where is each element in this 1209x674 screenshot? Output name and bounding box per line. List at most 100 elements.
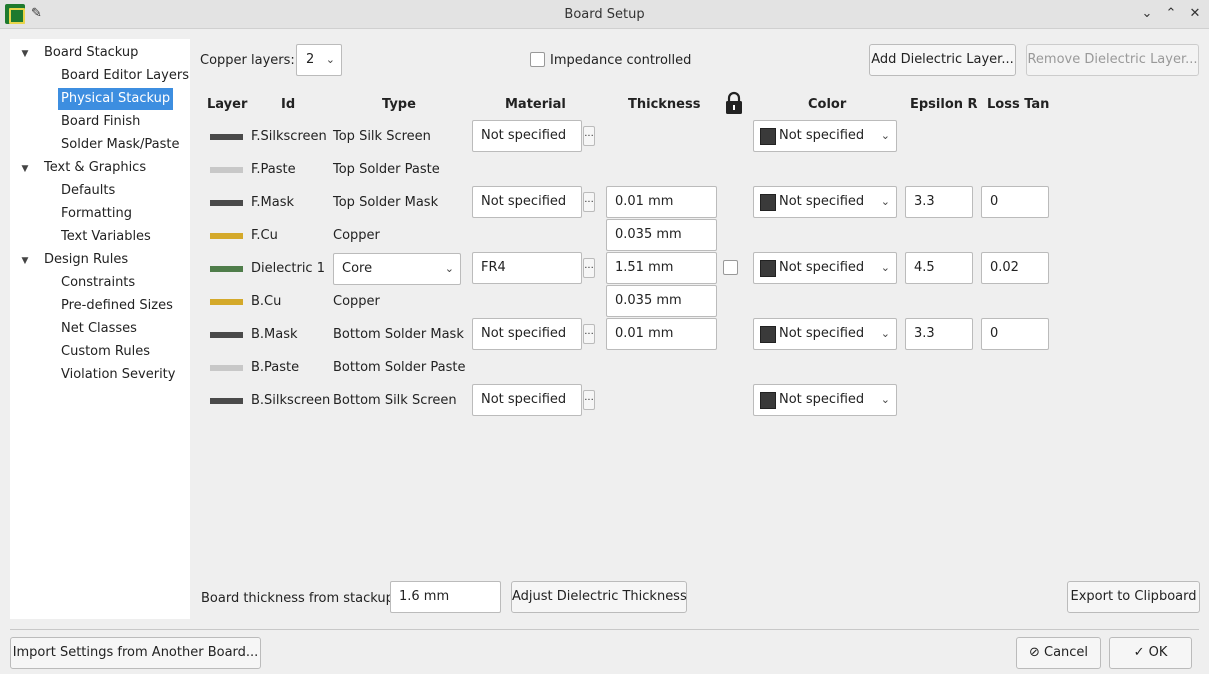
material-browse-button[interactable]: ...: [583, 324, 595, 344]
layer-id: B.Mask: [251, 327, 298, 342]
color-select[interactable]: Not specified ⌄: [753, 252, 897, 284]
export-to-clipboard-button[interactable]: Export to Clipboard: [1067, 581, 1200, 613]
layer-id: F.Paste: [251, 162, 296, 177]
layer-id: F.Silkscreen: [251, 129, 327, 144]
epsilon-r-field[interactable]: 3.3: [905, 186, 973, 218]
layer-swatch: [210, 398, 243, 404]
layer-swatch: [210, 233, 243, 239]
header-layer: Layer: [207, 97, 248, 112]
tree-item-constraints[interactable]: Constraints: [58, 272, 138, 294]
tree-item-board-editor-layers[interactable]: Board Editor Layers: [58, 65, 192, 87]
layer-id: F.Cu: [251, 228, 278, 243]
chevron-down-icon[interactable]: ▼: [18, 250, 32, 272]
material-field[interactable]: Not specified: [472, 186, 582, 218]
material-field[interactable]: Not specified: [472, 384, 582, 416]
ok-button[interactable]: ✓ OK: [1109, 637, 1192, 669]
title-bar: ✎ Board Setup ⌄ ⌃ ✕: [0, 0, 1209, 29]
color-swatch: [760, 260, 776, 277]
header-thickness: Thickness: [628, 97, 701, 112]
tree-item-custom-rules[interactable]: Custom Rules: [58, 341, 153, 363]
minimize-icon[interactable]: ⌄: [1138, 5, 1156, 23]
divider: [10, 629, 1199, 630]
remove-dielectric-layer-button[interactable]: Remove Dielectric Layer...: [1026, 44, 1199, 76]
thickness-field[interactable]: 0.01 mm: [606, 318, 717, 350]
tree-item-defaults[interactable]: Defaults: [58, 180, 118, 202]
color-select[interactable]: Not specified ⌄: [753, 186, 897, 218]
loss-tan-field[interactable]: 0.02: [981, 252, 1049, 284]
layer-type: Bottom Solder Paste: [333, 360, 466, 375]
layer-swatch: [210, 200, 243, 206]
header-material: Material: [505, 97, 566, 112]
add-dielectric-layer-button[interactable]: Add Dielectric Layer...: [869, 44, 1016, 76]
layer-id: B.Cu: [251, 294, 282, 309]
adjust-dielectric-thickness-button[interactable]: Adjust Dielectric Thickness: [511, 581, 687, 613]
board-thickness-label: Board thickness from stackup:: [201, 591, 399, 606]
impedance-controlled-checkbox[interactable]: [530, 52, 545, 67]
dielectric-type-select[interactable]: Core ⌄: [333, 253, 461, 285]
material-field[interactable]: Not specified: [472, 120, 582, 152]
tree-group-design-rules[interactable]: ▼ Design Rules: [18, 249, 129, 272]
layer-id: F.Mask: [251, 195, 295, 210]
tree-item-net-classes[interactable]: Net Classes: [58, 318, 140, 340]
close-icon[interactable]: ✕: [1186, 5, 1204, 23]
tree-item-violation-severity[interactable]: Violation Severity: [58, 364, 178, 386]
color-select[interactable]: Not specified ⌄: [753, 120, 897, 152]
lock-icon: [724, 91, 744, 115]
header-id: Id: [281, 97, 296, 112]
tree-item-physical-stackup[interactable]: Physical Stackup: [58, 88, 174, 110]
window-title: Board Setup: [564, 7, 645, 22]
layer-swatch: [210, 167, 243, 173]
tree-item-text-variables[interactable]: Text Variables: [58, 226, 154, 248]
loss-tan-field[interactable]: 0: [981, 318, 1049, 350]
material-browse-button[interactable]: ...: [583, 126, 595, 146]
physical-stackup-panel: Copper layers: 2 ⌄ Impedance controlled …: [191, 39, 1209, 624]
layer-swatch: [210, 299, 243, 305]
cancel-button[interactable]: ⊘ Cancel: [1016, 637, 1101, 669]
thickness-field[interactable]: 0.035 mm: [606, 285, 717, 317]
import-settings-button[interactable]: Import Settings from Another Board...: [10, 637, 261, 669]
tree-group-text-graphics[interactable]: ▼ Text & Graphics: [18, 157, 147, 180]
layer-swatch: [210, 332, 243, 338]
maximize-icon[interactable]: ⌃: [1162, 5, 1180, 23]
color-swatch: [760, 392, 776, 409]
color-select[interactable]: Not specified ⌄: [753, 318, 897, 350]
material-browse-button[interactable]: ...: [583, 390, 595, 410]
chevron-down-icon[interactable]: ▼: [18, 158, 32, 180]
chevron-down-icon: ⌄: [325, 53, 335, 66]
chevron-down-icon: ⌄: [880, 393, 890, 406]
chevron-down-icon: ⌄: [880, 327, 890, 340]
chevron-down-icon: ⌄: [880, 129, 890, 142]
tree-item-formatting[interactable]: Formatting: [58, 203, 135, 225]
material-field[interactable]: Not specified: [472, 318, 582, 350]
material-browse-button[interactable]: ...: [583, 258, 595, 278]
board-thickness-field[interactable]: 1.6 mm: [390, 581, 501, 613]
impedance-controlled-label: Impedance controlled: [550, 53, 692, 68]
tree-group-board-stackup[interactable]: ▼ Board Stackup: [18, 42, 139, 65]
loss-tan-field[interactable]: 0: [981, 186, 1049, 218]
thickness-field[interactable]: 0.01 mm: [606, 186, 717, 218]
thickness-lock-checkbox[interactable]: [723, 260, 738, 275]
check-icon: ✓: [1133, 645, 1145, 660]
thickness-field[interactable]: 1.51 mm: [606, 252, 717, 284]
layer-id: Dielectric 1: [251, 261, 325, 276]
layer-swatch: [210, 134, 243, 140]
settings-tree: ▼ Board Stackup Board Editor Layers Physi…: [10, 39, 190, 619]
thickness-field[interactable]: 0.035 mm: [606, 219, 717, 251]
epsilon-r-field[interactable]: 4.5: [905, 252, 973, 284]
layer-type: Bottom Silk Screen: [333, 393, 457, 408]
material-field[interactable]: FR4: [472, 252, 582, 284]
material-browse-button[interactable]: ...: [583, 192, 595, 212]
tree-item-board-finish[interactable]: Board Finish: [58, 111, 143, 133]
layer-type: Copper: [333, 228, 380, 243]
chevron-down-icon[interactable]: ▼: [18, 43, 32, 65]
tree-item-predefined-sizes[interactable]: Pre-defined Sizes: [58, 295, 176, 317]
chevron-down-icon: ⌄: [880, 261, 890, 274]
layer-type: Top Solder Paste: [333, 162, 440, 177]
copper-layers-select[interactable]: 2 ⌄: [296, 44, 342, 76]
header-type: Type: [382, 97, 416, 112]
epsilon-r-field[interactable]: 3.3: [905, 318, 973, 350]
layer-swatch: [210, 266, 243, 272]
header-color: Color: [808, 97, 847, 112]
color-select[interactable]: Not specified ⌄: [753, 384, 897, 416]
tree-item-solder-mask-paste[interactable]: Solder Mask/Paste: [58, 134, 183, 156]
